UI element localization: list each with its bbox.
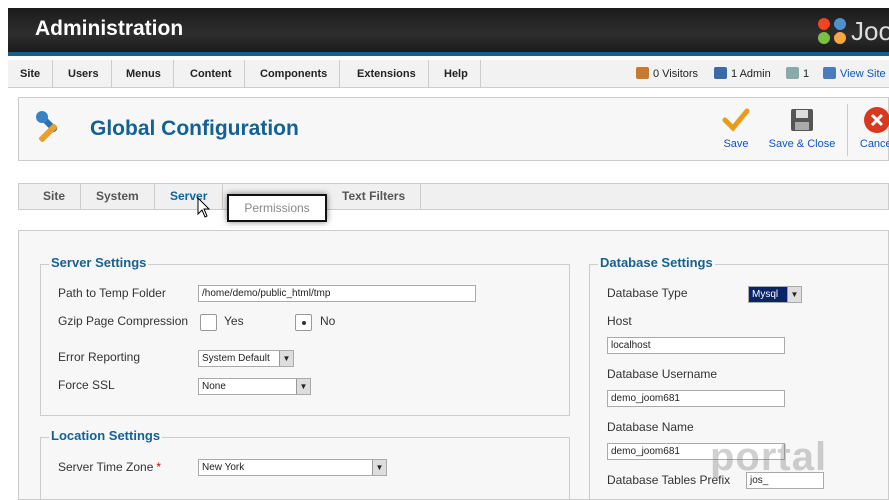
chevron-down-icon: ▼ [279,351,293,366]
view-site-icon [823,67,836,79]
menu-users[interactable]: Users [56,60,112,88]
portal-watermark: portal [710,435,828,479]
tab-site[interactable]: Site [28,184,82,209]
gzip-no-label: No [320,314,336,328]
toolbar-divider [847,104,848,156]
admin-text: 1 Admin [731,68,771,80]
database-settings-legend: Database Settings [598,255,715,270]
tab-system[interactable]: System [81,184,155,209]
error-reporting-label: Error Reporting [58,350,141,364]
gzip-label: Gzip Page Compression [58,314,189,328]
visitors-icon [636,67,649,79]
timezone-value: New York [202,462,245,473]
chevron-down-icon: ▼ [296,379,310,394]
config-tabs: Site System Server Text Filters [18,183,889,210]
location-settings-fieldset: Location Settings Server Time Zone * New … [40,428,570,500]
chevron-down-icon: ▼ [372,460,386,475]
tab-permissions[interactable]: Permissions [227,194,327,222]
db-name-label: Database Name [607,420,694,434]
joomla-logo: Joo [814,14,889,48]
save-close-button[interactable]: Save & Close [767,106,837,150]
timezone-label-text: Server Time Zone [58,460,154,474]
tab-server[interactable]: Server [155,184,224,209]
menu-site[interactable]: Site [8,60,54,88]
db-type-label: Database Type [607,286,688,300]
force-ssl-label: Force SSL [58,378,115,392]
server-settings-legend: Server Settings [49,255,149,270]
admin-header: Administration Joo [8,8,889,56]
chevron-down-icon: ▼ [787,287,801,302]
admin-status: 1 Admin [714,60,771,88]
save-label: Save [723,138,749,150]
cancel-label: Cancel [859,138,889,150]
gzip-no-radio[interactable] [295,314,312,331]
location-settings-legend: Location Settings [49,428,163,443]
menu-extensions[interactable]: Extensions [345,60,429,88]
wrench-screwdriver-icon [36,111,58,143]
menu-components[interactable]: Components [248,60,341,88]
error-reporting-value: System Default [202,353,270,364]
visitors-status: 0 Visitors [636,60,698,88]
force-ssl-select[interactable]: None ▼ [198,378,311,395]
view-site-link[interactable]: View Site [823,60,886,88]
main-menu: Site Users Menus Content Components Exte… [8,60,889,88]
host-input[interactable]: localhost [607,337,785,354]
visitors-text: 0 Visitors [653,68,699,80]
messages-status[interactable]: 1 [786,60,809,88]
view-site-text: View Site [840,68,886,80]
cancel-icon [864,107,889,133]
joomla-logo-icon [818,18,846,44]
messages-count: 1 [803,68,810,80]
messages-icon [786,67,799,79]
db-type-select[interactable]: Mysql ▼ [748,286,802,303]
gzip-yes-label: Yes [224,314,244,328]
db-username-input[interactable]: demo_joom681 [607,390,785,407]
force-ssl-value: None [202,381,226,392]
timezone-label: Server Time Zone * [58,460,161,474]
save-close-label: Save & Close [768,138,836,150]
radio-selected-dot [302,321,306,325]
db-username-label: Database Username [607,367,718,381]
server-settings-fieldset: Server Settings Path to Temp Folder /hom… [40,255,570,416]
menu-content[interactable]: Content [178,60,245,88]
logo-text: Joo [851,16,889,46]
mouse-cursor-icon [197,197,211,218]
toolbar: Global Configuration Save Save & Close C… [18,97,889,161]
page-title: Global Configuration [90,117,299,140]
required-marker: * [156,460,162,474]
tab-text-filters[interactable]: Text Filters [327,184,422,209]
gzip-yes-radio[interactable] [200,314,217,331]
host-label: Host [607,314,632,328]
save-button[interactable]: Save [715,106,757,150]
temp-folder-label: Path to Temp Folder [58,286,166,300]
disk-icon [791,109,813,131]
temp-folder-input[interactable]: /home/demo/public_html/tmp [198,285,476,302]
header-title: Administration [35,17,184,40]
menu-help[interactable]: Help [432,60,481,88]
cancel-button[interactable]: Cancel [857,106,889,150]
menu-menus[interactable]: Menus [114,60,174,88]
error-reporting-select[interactable]: System Default ▼ [198,350,294,367]
checkmark-icon [722,108,750,132]
db-type-value: Mysql [752,289,779,300]
admin-icon [714,67,727,79]
timezone-select[interactable]: New York ▼ [198,459,387,476]
